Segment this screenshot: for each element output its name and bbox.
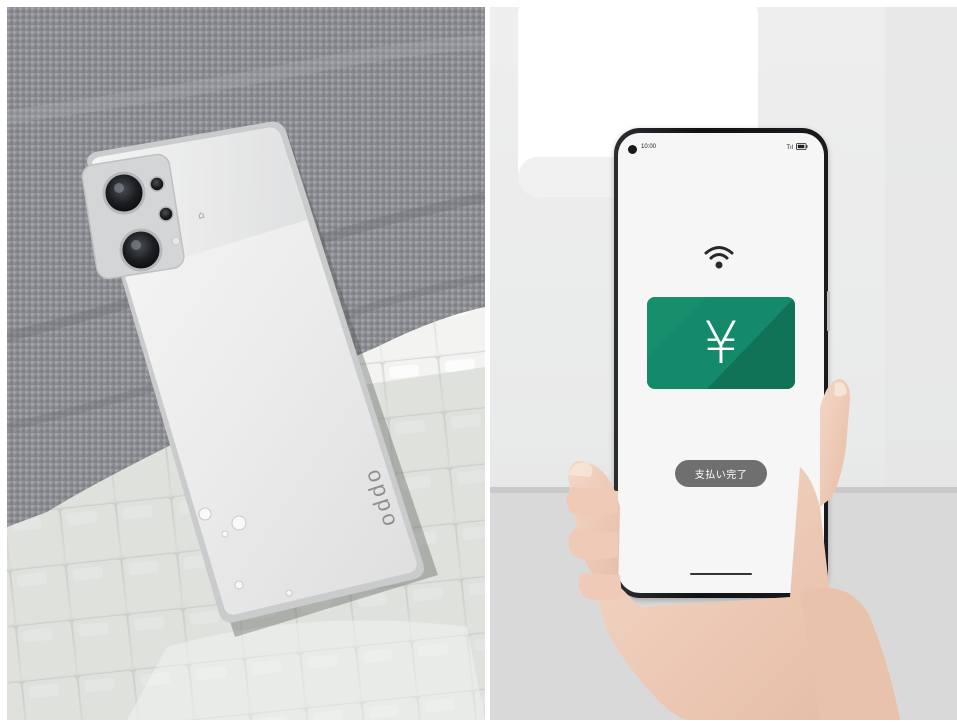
holding-hand	[566, 379, 900, 720]
secondary-lens	[119, 228, 163, 272]
main-lens	[102, 171, 146, 215]
image-frame: ⌂ oppo 10:00 Tıl ¥ 支払い完了	[0, 0, 957, 722]
left-product-photo: ⌂ oppo	[7, 7, 485, 720]
right-lifestyle-photo: 10:00 Tıl ¥ 支払い完了	[490, 7, 957, 720]
